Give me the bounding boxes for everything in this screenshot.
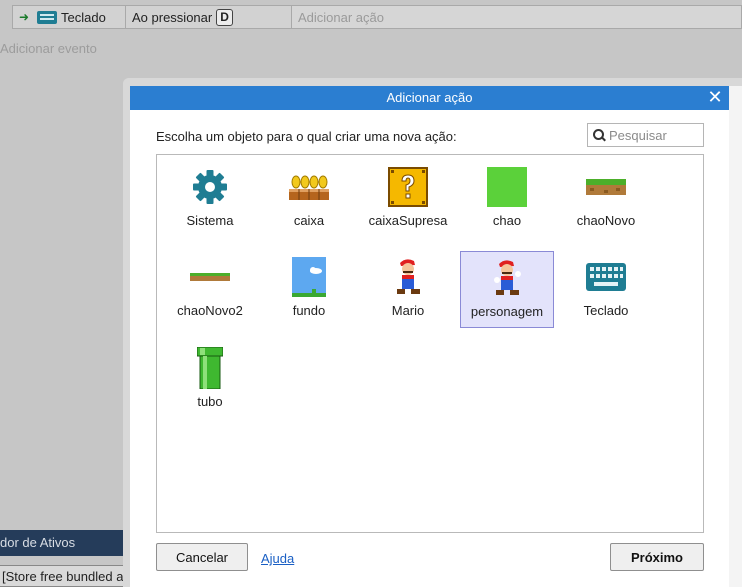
object-label: tubo	[197, 394, 223, 409]
object-tile-teclado[interactable]: Teclado	[559, 251, 653, 328]
event-row[interactable]: ➜ Teclado Ao pressionar D Adicionar ação	[12, 5, 742, 29]
add-event-link[interactable]: Adicionar evento	[0, 41, 97, 56]
object-tile-personagem[interactable]: personagem	[460, 251, 554, 328]
condition-label: Ao pressionar	[132, 9, 213, 25]
object-tile-chaonovo2[interactable]: chaoNovo2	[163, 251, 257, 328]
dialog-prompt: Escolha um objeto para o qual criar uma …	[156, 129, 457, 144]
object-label: chaoNovo	[576, 213, 636, 228]
object-label: caixa	[293, 213, 325, 228]
object-label: chao	[492, 213, 522, 228]
object-label: Sistema	[186, 213, 234, 228]
condition-cell[interactable]: Ao pressionar D	[126, 6, 292, 28]
object-tile-tubo[interactable]: tubo	[163, 342, 257, 419]
pipe-icon	[188, 346, 232, 390]
add-action-dialog: Adicionar ação ✕ Escolha um objeto para …	[130, 86, 729, 587]
search-icon	[593, 128, 606, 142]
coin-blocks-icon	[287, 165, 331, 209]
object-label: caixaSupresa	[368, 213, 448, 228]
question-block-icon	[386, 165, 430, 209]
help-link[interactable]: Ajuda	[261, 551, 294, 566]
key-badge: D	[216, 8, 233, 26]
object-label: Teclado	[583, 303, 629, 318]
mario-icon	[386, 255, 430, 299]
condition-object-cell[interactable]: ➜ Teclado	[13, 6, 126, 28]
object-tile-fundo[interactable]: fundo	[262, 251, 356, 328]
gear-icon	[188, 165, 232, 209]
object-label: fundo	[292, 303, 326, 318]
close-icon[interactable]: ✕	[707, 86, 723, 110]
object-list: Sistema caixa caixaSupresa chao chaoNovo…	[156, 154, 704, 533]
sky-background-icon	[287, 255, 331, 299]
grass-ground-icon	[584, 165, 628, 209]
cancel-button[interactable]: Cancelar	[156, 543, 248, 571]
arrow-right-icon: ➜	[19, 10, 30, 24]
object-label: personagem	[470, 304, 544, 319]
condition-object-label: Teclado	[61, 9, 106, 25]
object-tile-caixasupresa[interactable]: caixaSupresa	[361, 161, 455, 238]
mario-icon	[485, 256, 529, 300]
object-tile-sistema[interactable]: Sistema	[163, 161, 257, 238]
object-label: Mario	[391, 303, 425, 318]
object-label: chaoNovo2	[177, 303, 243, 318]
thin-ground-icon	[188, 255, 232, 299]
object-tile-caixa[interactable]: caixa	[262, 161, 356, 238]
add-action-cell[interactable]: Adicionar ação	[292, 6, 741, 28]
asset-panel-item[interactable]: [Store free bundled as	[0, 565, 138, 587]
dialog-titlebar: Adicionar ação ✕	[130, 86, 729, 110]
search-box[interactable]	[587, 123, 704, 147]
next-button[interactable]: Próximo	[610, 543, 704, 571]
object-tile-mario[interactable]: Mario	[361, 251, 455, 328]
object-tile-chao[interactable]: chao	[460, 161, 554, 238]
object-tile-chaonovo[interactable]: chaoNovo	[559, 161, 653, 238]
keyboard-icon	[37, 10, 57, 24]
dialog-title: Adicionar ação	[386, 90, 473, 105]
keyboard-icon	[584, 255, 628, 299]
green-square-icon	[485, 165, 529, 209]
search-input[interactable]	[609, 127, 699, 143]
